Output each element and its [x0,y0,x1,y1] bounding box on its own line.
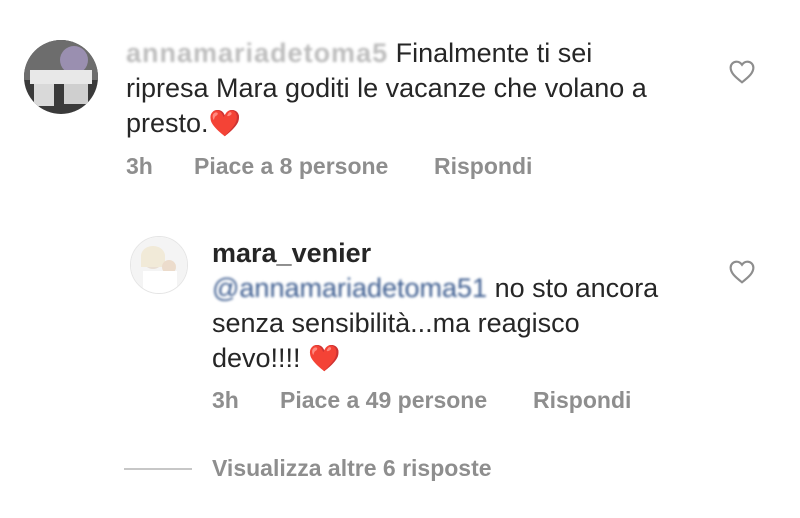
comment-text-line: ripresa Mara goditi le vacanze che volan… [126,73,647,103]
view-more-replies-label[interactable]: Visualizza altre 6 risposte [212,455,492,482]
reply-text-line: no sto ancora [494,273,659,303]
heart-emoji: ❤️ [208,108,241,138]
reply-timestamp: 3h [212,387,239,413]
heart-outline-icon[interactable] [729,260,755,284]
comment-username[interactable]: annamariadetoma5 [126,38,388,68]
reply-button[interactable]: Rispondi [533,387,631,414]
comment-body: annamariadetoma5 Finalmente ti sei ripre… [126,36,726,141]
mention-link[interactable]: @annamariadetoma51 [212,273,487,303]
comment-timestamp: 3h [126,153,153,179]
reply-body: mara_venier @annamariadetoma51 no sto an… [212,236,732,376]
avatar[interactable] [130,236,188,294]
reply-text-line: senza sensibilità...ma reagisco [212,308,580,338]
reply-likes-count[interactable]: Piace a 49 persone [280,387,533,414]
view-more-replies[interactable]: Visualizza altre 6 risposte [124,455,492,482]
comment-text-line: presto. [126,108,209,138]
reply-meta: 3h Piace a 49 persone Rispondi [212,387,631,414]
heart-outline-icon[interactable] [729,60,755,84]
divider [124,467,192,470]
reply-text-line: devo!!!! [212,343,301,373]
comment-likes-count[interactable]: Piace a 8 persone [194,153,434,180]
heart-emoji: ❤️ [308,343,341,373]
avatar[interactable] [24,40,98,114]
comment-meta: 3h Piace a 8 persone Rispondi [126,153,532,180]
comment-text-line: Finalmente ti sei [395,38,593,68]
reply-button[interactable]: Rispondi [434,153,532,180]
reply-username[interactable]: mara_venier [212,236,732,271]
